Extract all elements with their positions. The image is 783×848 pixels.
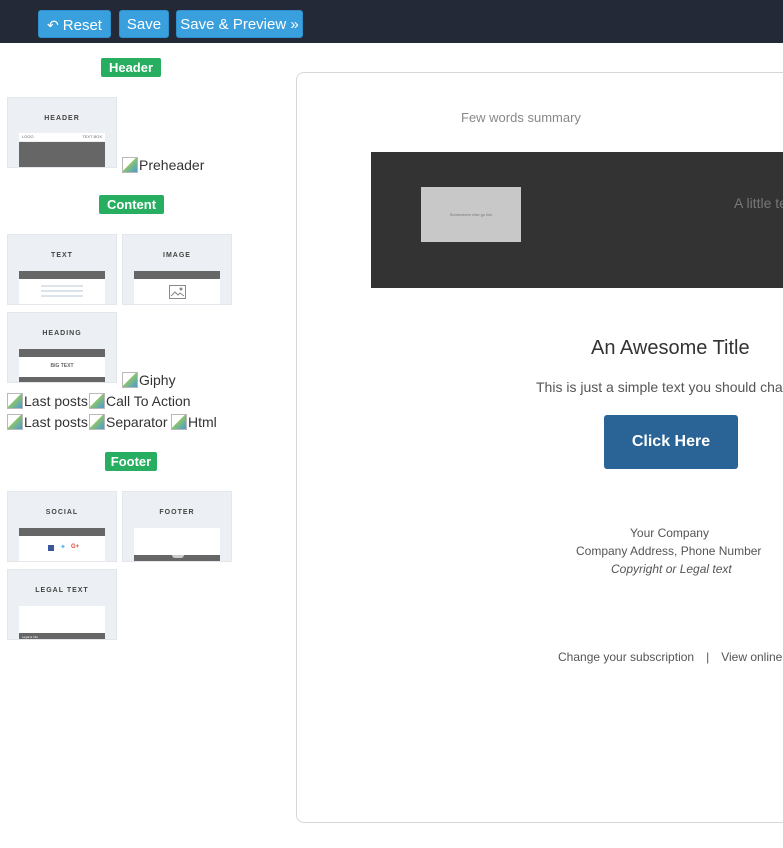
content-section-label: Content (99, 195, 164, 214)
footer-section-label: Footer (105, 452, 157, 471)
text-block-title: TEXT (51, 252, 73, 259)
google-plus-icon: G+ (71, 544, 80, 550)
change-subscription-link[interactable]: Change your subscription (558, 650, 694, 664)
footer-links: Change your subscription | View online (558, 650, 782, 664)
header-block-logo: LOGO (22, 134, 34, 139)
copyright-text: Copyright or Legal text (611, 562, 732, 576)
social-block-bar (19, 528, 105, 536)
header-block-tagline: TEXT BOX (82, 134, 102, 139)
legal-block-title: LEGAL TEXT (35, 587, 89, 594)
broken-image-icon (7, 414, 23, 430)
footer-block-logo (172, 555, 184, 558)
social-block[interactable]: SOCIAL ✦ G+ (7, 491, 117, 562)
header-block-strip: LOGO TEXT BOX (19, 133, 105, 141)
links-separator: | (706, 650, 710, 664)
image-block-bar (134, 271, 220, 279)
header-section-label: Header (101, 58, 161, 77)
text-block-line (41, 295, 83, 297)
email-preview[interactable]: Few words summary Somewhere else go link… (296, 72, 783, 823)
undo-icon: ↶ (47, 17, 59, 33)
last-posts-block[interactable]: Last posts (7, 393, 88, 409)
image-block-title: IMAGE (163, 252, 191, 259)
image-block[interactable]: IMAGE (122, 234, 232, 305)
header-block[interactable]: HEADER LOGO TEXT BOX (7, 97, 117, 168)
heading-block-bar (19, 349, 105, 357)
header-block-image (19, 142, 105, 167)
broken-image-icon (122, 372, 138, 388)
heading-block-title: HEADING (42, 330, 82, 337)
broken-image-icon (7, 393, 23, 409)
legal-text-block[interactable]: LEGAL TEXT Legal & Info (7, 569, 117, 640)
preheader-block[interactable]: Preheader (122, 157, 204, 173)
social-block-title: SOCIAL (45, 509, 79, 516)
save-button[interactable]: Save (119, 10, 169, 38)
legal-block-small: Legal & Info (22, 635, 39, 639)
broken-image-icon (122, 157, 138, 173)
header-block-title: HEADER (44, 115, 80, 122)
logo-placeholder[interactable]: Somewhere else go link (421, 187, 521, 242)
legal-block-bar: Legal & Info (19, 633, 105, 639)
reset-button[interactable]: ↶ Reset (38, 10, 111, 38)
preheader-summary[interactable]: Few words summary (461, 110, 581, 125)
text-block[interactable]: TEXT (7, 234, 117, 305)
twitter-icon: ✦ (60, 544, 66, 551)
text-block-line (41, 285, 83, 287)
top-toolbar: ↶ Reset Save Save & Preview » (0, 0, 783, 43)
facebook-icon (48, 545, 54, 551)
view-online-link[interactable]: View online (721, 650, 782, 664)
call-to-action-block[interactable]: Call To Action (89, 393, 191, 409)
giphy-block[interactable]: Giphy (122, 372, 176, 388)
separator-block[interactable]: Separator (89, 414, 167, 430)
heading-block-big-text: BIG TEXT (50, 363, 74, 369)
text-block-bar (19, 271, 105, 279)
footer-block-title: FOOTER (159, 509, 195, 516)
hero-header[interactable]: Somewhere else go link A little te (371, 152, 783, 288)
email-title[interactable]: An Awesome Title (591, 337, 750, 360)
broken-image-icon (89, 393, 105, 409)
broken-image-icon (89, 414, 105, 430)
click-here-button[interactable]: Click Here (604, 415, 738, 469)
company-address: Company Address, Phone Number (576, 544, 762, 558)
company-name: Your Company (630, 526, 709, 540)
email-intro-text[interactable]: This is just a simple text you should ch… (536, 379, 783, 395)
text-block-line (41, 290, 83, 292)
heading-block-bottom-bar (19, 377, 105, 382)
last-posts-block-2[interactable]: Last posts (7, 414, 88, 430)
save-preview-button[interactable]: Save & Preview » (176, 10, 303, 38)
heading-block[interactable]: HEADING BIG TEXT (7, 312, 117, 383)
html-block[interactable]: Html (171, 414, 217, 430)
picture-icon (169, 285, 186, 299)
broken-image-icon (171, 414, 187, 430)
footer-block[interactable]: FOOTER (122, 491, 232, 562)
hero-text[interactable]: A little te (734, 195, 783, 211)
